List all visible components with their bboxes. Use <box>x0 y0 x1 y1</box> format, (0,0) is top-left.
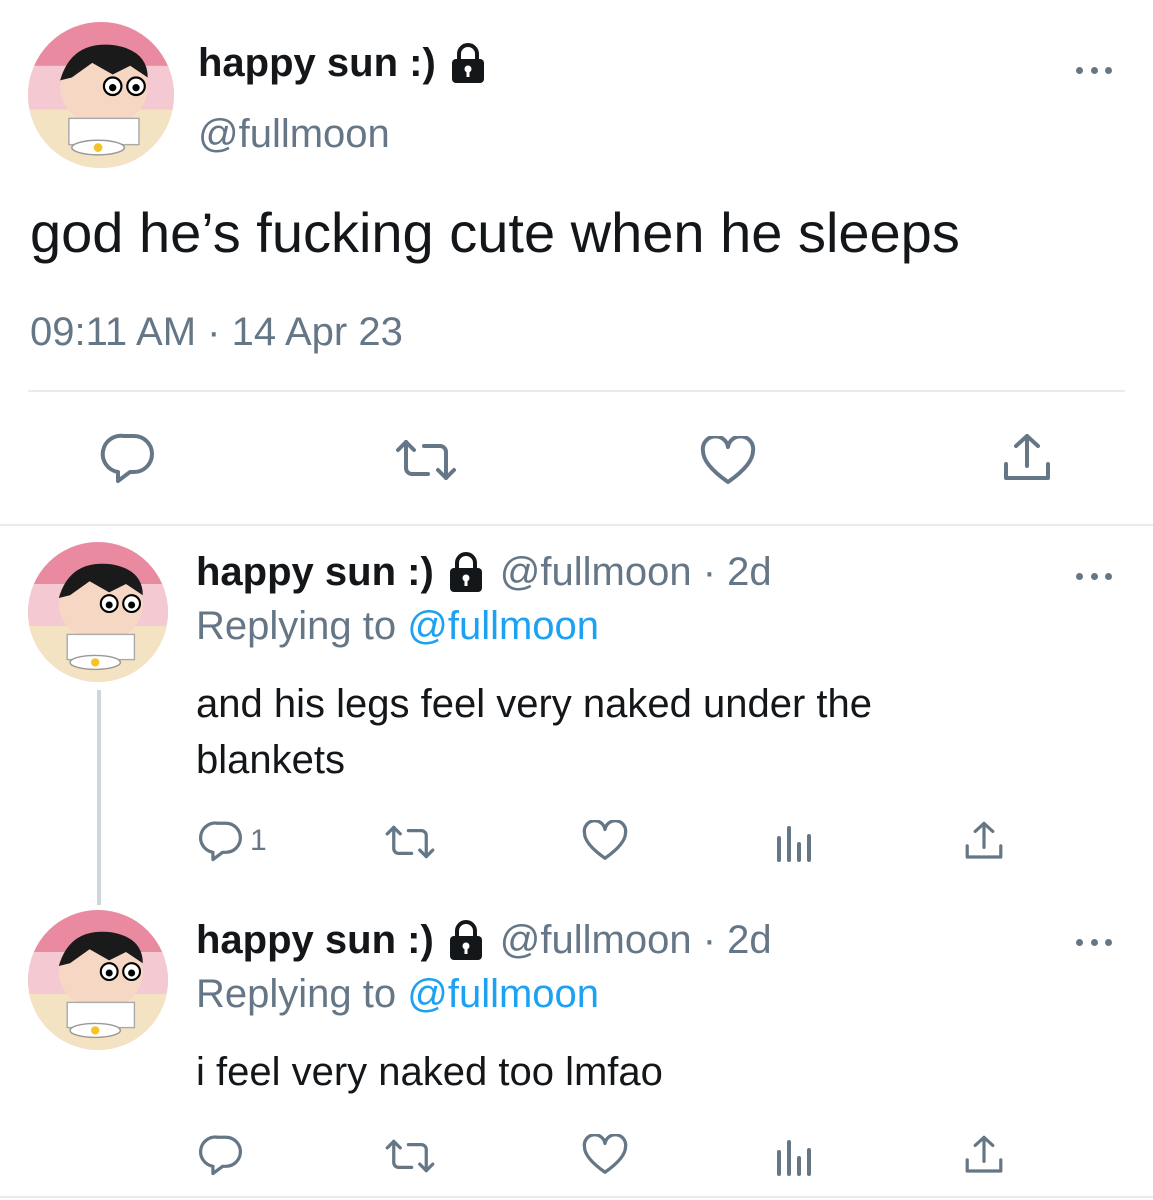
display-name[interactable]: happy sun :) <box>198 41 436 86</box>
divider <box>28 390 1125 392</box>
reply-text: i feel very naked too lmfao <box>196 1050 663 1094</box>
handle-and-time[interactable]: @fullmoon · 2d <box>500 918 772 963</box>
more-options-icon[interactable] <box>1076 60 1112 80</box>
reply-icon[interactable] <box>198 1134 244 1176</box>
more-options-icon[interactable] <box>1076 932 1112 952</box>
avatar[interactable] <box>28 22 174 168</box>
retweet-icon[interactable] <box>394 438 458 482</box>
reply-text-line: and his legs feel very naked under the <box>196 682 872 726</box>
reply-text: and his legs feel very naked under the b… <box>196 676 872 788</box>
replying-to-link[interactable]: @fullmoon <box>407 972 599 1016</box>
share-icon[interactable] <box>1002 432 1052 484</box>
reply-count: 1 <box>250 824 267 857</box>
analytics-icon[interactable] <box>774 1138 814 1176</box>
replying-to-label: Replying to <box>196 972 397 1016</box>
reply-icon[interactable] <box>100 432 156 484</box>
replying-to: Replying to @fullmoon <box>196 972 599 1017</box>
analytics-icon[interactable] <box>774 824 814 862</box>
reply-header: happy sun :) @fullmoon · 2d <box>196 546 772 598</box>
avatar[interactable] <box>28 910 168 1050</box>
reply-text-line: blankets <box>196 738 345 782</box>
divider <box>0 1196 1153 1198</box>
display-name[interactable]: happy sun :) <box>196 550 434 595</box>
replying-to-link[interactable]: @fullmoon <box>407 604 599 648</box>
heart-icon[interactable] <box>582 1134 628 1176</box>
retweet-icon[interactable] <box>384 1138 436 1174</box>
lock-icon <box>446 551 486 593</box>
display-name[interactable]: happy sun :) <box>196 918 434 963</box>
heart-icon[interactable] <box>582 820 628 862</box>
replying-to: Replying to @fullmoon <box>196 604 599 649</box>
tweet-timestamp[interactable]: 09:11 AM · 14 Apr 23 <box>30 310 403 355</box>
reply-header: happy sun :) @fullmoon · 2d <box>196 914 772 966</box>
reply-button[interactable]: 1 <box>198 820 267 862</box>
thread-line <box>97 690 101 905</box>
divider <box>0 524 1153 526</box>
share-icon[interactable] <box>964 820 1004 862</box>
handle-and-time[interactable]: @fullmoon · 2d <box>500 550 772 595</box>
replying-to-label: Replying to <box>196 604 397 648</box>
avatar[interactable] <box>28 542 168 682</box>
more-options-icon[interactable] <box>1076 566 1112 586</box>
lock-icon <box>446 919 486 961</box>
heart-icon[interactable] <box>700 436 756 486</box>
reply-icon <box>199 821 242 862</box>
share-icon[interactable] <box>964 1134 1004 1176</box>
lock-icon <box>448 42 488 84</box>
tweet-text: god he’s fucking cute when he sleeps <box>30 201 960 264</box>
author-handle[interactable]: @fullmoon <box>198 112 390 157</box>
author-name-row: happy sun :) <box>198 38 488 88</box>
retweet-icon[interactable] <box>384 824 436 860</box>
